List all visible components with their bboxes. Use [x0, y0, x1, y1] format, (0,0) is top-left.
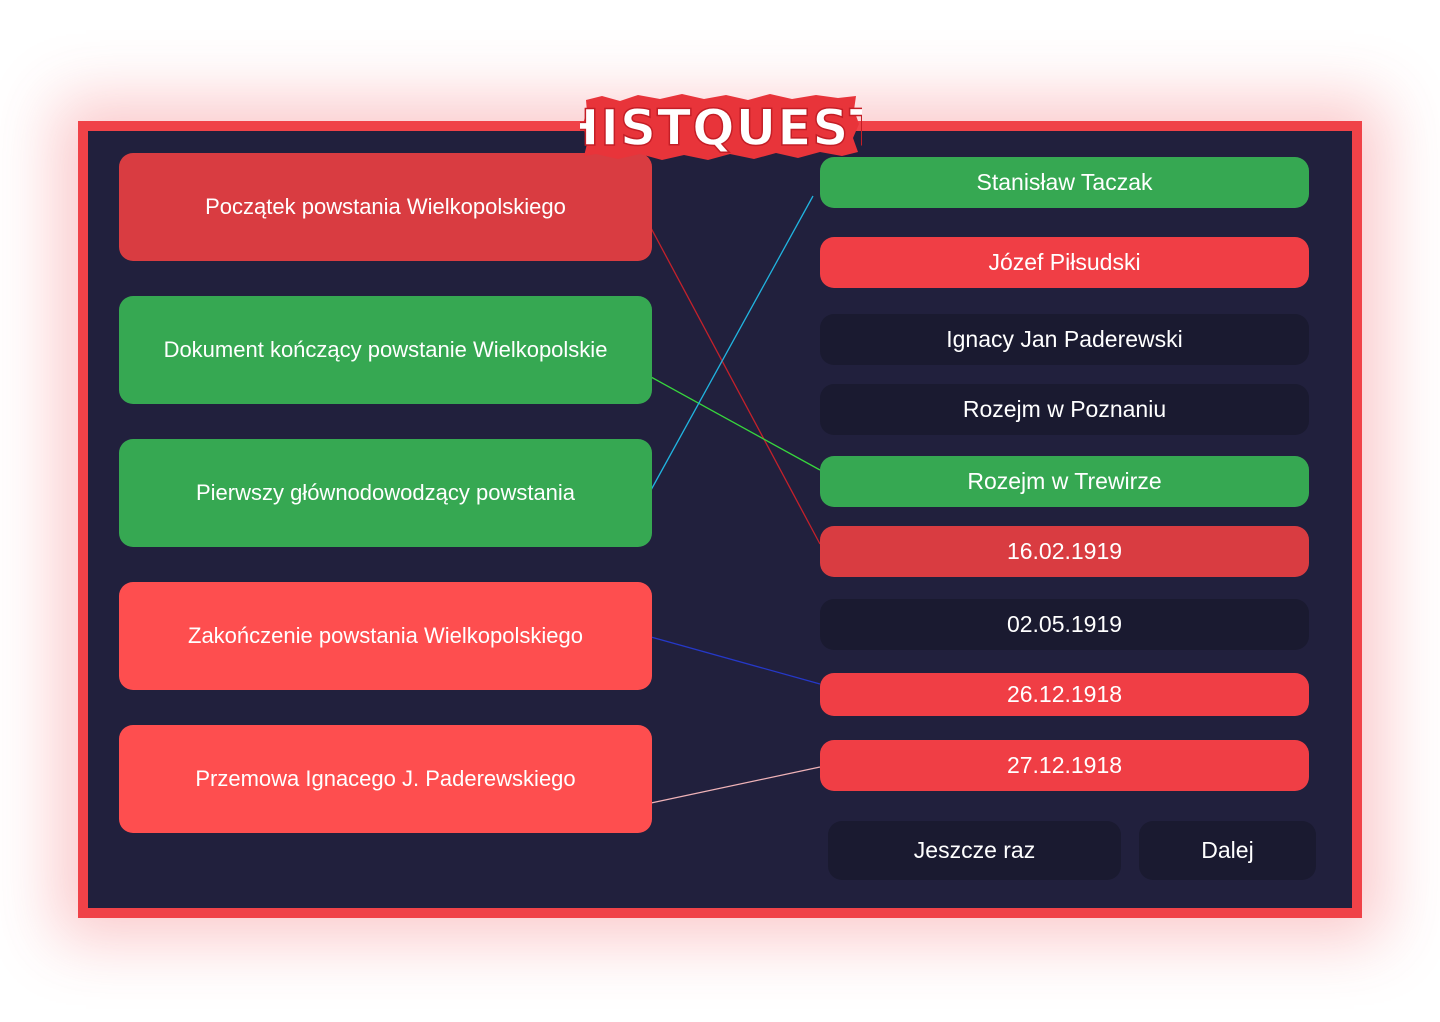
right-item-trewir[interactable]: Rozejm w Trewirze: [820, 456, 1309, 507]
right-item-02-05-1919[interactable]: 02.05.1919: [820, 599, 1309, 650]
left-item-end[interactable]: Zakończenie powstania Wielkopolskiego: [119, 582, 652, 690]
right-item-label: Józef Piłsudski: [988, 249, 1141, 275]
left-item-label: Początek powstania Wielkopolskiego: [205, 194, 566, 219]
left-item-start[interactable]: Początek powstania Wielkopolskiego: [119, 153, 652, 261]
retry-button-label: Jeszcze raz: [913, 837, 1036, 863]
left-item-label: Dokument kończący powstanie Wielkopolski…: [163, 337, 608, 362]
left-item-commander[interactable]: Pierwszy głównodowodzący powstania: [119, 439, 652, 547]
right-item-label: Ignacy Jan Paderewski: [946, 326, 1183, 352]
right-item-26-12-1918[interactable]: 26.12.1918: [820, 673, 1309, 716]
left-item-label: Przemowa Ignacego J. Paderewskiego: [195, 766, 576, 791]
histquest-logo: HISTQUEST: [580, 94, 862, 160]
right-item-label: Rozejm w Poznaniu: [962, 396, 1167, 422]
next-button-label: Dalej: [1201, 837, 1254, 863]
right-item-taczak[interactable]: Stanisław Taczak: [820, 157, 1309, 208]
game-screen: Początek powstania Wielkopolskiego Dokum…: [0, 0, 1440, 1022]
next-button[interactable]: Dalej: [1139, 821, 1316, 880]
left-item-label: Pierwszy głównodowodzący powstania: [195, 480, 576, 505]
left-item-label: Zakończenie powstania Wielkopolskiego: [188, 623, 583, 648]
right-item-label: 27.12.1918: [1006, 752, 1123, 778]
left-item-document[interactable]: Dokument kończący powstanie Wielkopolski…: [119, 296, 652, 404]
right-item-label: 02.05.1919: [1006, 611, 1123, 637]
retry-button[interactable]: Jeszcze raz: [828, 821, 1121, 880]
right-item-label: Rozejm w Trewirze: [967, 468, 1162, 494]
right-item-27-12-1918[interactable]: 27.12.1918: [820, 740, 1309, 791]
right-item-label: Stanisław Taczak: [976, 169, 1153, 195]
left-item-speech[interactable]: Przemowa Ignacego J. Paderewskiego: [119, 725, 652, 833]
right-item-pilsudski[interactable]: Józef Piłsudski: [820, 237, 1309, 288]
right-item-paderewski[interactable]: Ignacy Jan Paderewski: [820, 314, 1309, 365]
right-item-label: 26.12.1918: [1006, 681, 1123, 707]
right-item-poznan[interactable]: Rozejm w Poznaniu: [820, 384, 1309, 435]
right-item-label: 16.02.1919: [1006, 538, 1123, 564]
logo-text: HISTQUEST: [580, 99, 862, 157]
right-item-16-02-1919[interactable]: 16.02.1919: [820, 526, 1309, 577]
